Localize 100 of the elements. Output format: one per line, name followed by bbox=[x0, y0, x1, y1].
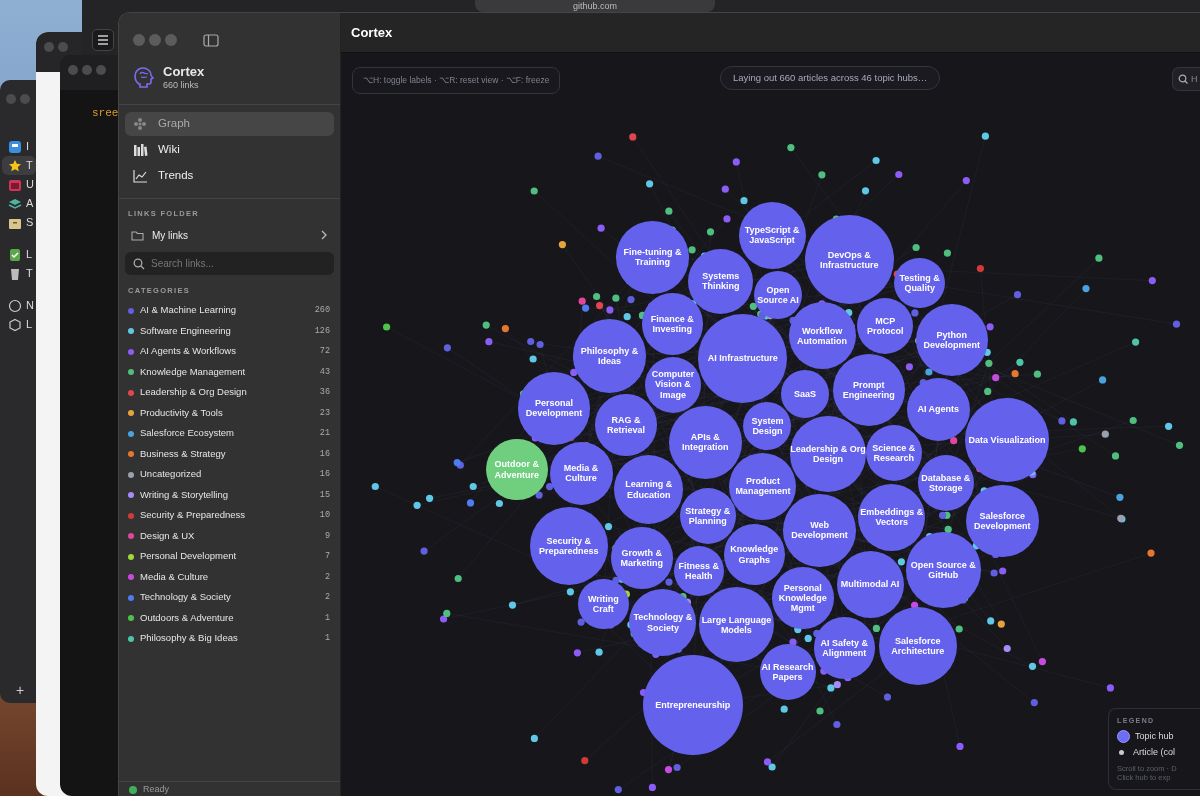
topic-hub[interactable]: Embeddings & Vectors bbox=[858, 483, 926, 551]
sidebar-toggle-icon[interactable] bbox=[203, 33, 219, 47]
topic-hub[interactable]: Writing Craft bbox=[578, 578, 629, 630]
category-count: 15 bbox=[319, 488, 330, 502]
article-swatch bbox=[1119, 750, 1124, 756]
topic-hub[interactable]: Testing & Quality bbox=[894, 257, 945, 309]
topic-hub[interactable]: Leadership & Org Design bbox=[790, 416, 866, 492]
topic-hub[interactable]: AI Infrastructure bbox=[698, 313, 788, 403]
topic-hub[interactable]: Philosophy & Ideas bbox=[572, 319, 647, 393]
hub-swatch bbox=[1117, 729, 1130, 743]
calendar-icon bbox=[8, 177, 22, 192]
topic-hub[interactable]: System Design bbox=[743, 402, 792, 451]
category-count: 10 bbox=[319, 509, 330, 522]
topic-hub[interactable]: Science & Research bbox=[865, 424, 922, 481]
sidebar-item[interactable]: U bbox=[0, 175, 34, 194]
circle-icon bbox=[8, 298, 22, 313]
topic-hub[interactable]: DevOps & Infrastructure bbox=[804, 215, 894, 305]
sidebar-item[interactable]: T bbox=[0, 264, 34, 283]
category-count: 126 bbox=[314, 324, 330, 338]
category-count: 1 bbox=[324, 632, 330, 645]
topic-hub[interactable]: Web Development bbox=[783, 494, 856, 567]
window-controls[interactable] bbox=[68, 65, 106, 75]
topic-hub[interactable]: Personal Knowledge Mgmt bbox=[772, 567, 834, 629]
category-count: 260 bbox=[314, 304, 330, 317]
folder-item[interactable]: My links bbox=[119, 224, 340, 247]
menu-button[interactable] bbox=[92, 29, 114, 51]
category-name: Outdoors & Adventure bbox=[140, 610, 234, 625]
topic-hub[interactable]: Personal Development bbox=[517, 372, 591, 445]
graph-search-field[interactable]: H bbox=[1172, 67, 1200, 91]
chevron-right-icon bbox=[320, 230, 328, 241]
category-count: 9 bbox=[324, 529, 330, 543]
shortcut-hint: ⌥H: toggle labels · ⌥R: reset view · ⌥F: freeze bbox=[352, 67, 561, 94]
terminal-text: sree bbox=[92, 106, 119, 121]
topic-hub[interactable]: Multimodal AI bbox=[836, 551, 904, 618]
address-bar[interactable]: github.com bbox=[475, 0, 715, 12]
topic-hub[interactable]: Fine-tuning & Training bbox=[616, 221, 689, 294]
topic-hub[interactable]: Computer Vision & Image bbox=[644, 356, 701, 413]
search-field[interactable]: Search links... bbox=[125, 252, 334, 276]
sidebar-item[interactable]: I bbox=[0, 137, 34, 156]
topic-hub[interactable]: Python Development bbox=[915, 303, 989, 376]
window-controls[interactable] bbox=[133, 34, 177, 46]
topic-hub[interactable]: AI Agents bbox=[906, 377, 970, 441]
category-name: Uncategorized bbox=[140, 467, 202, 482]
page-title: Cortex bbox=[351, 23, 393, 42]
checklist-icon bbox=[8, 247, 22, 262]
topic-hub[interactable]: Security & Preparedness bbox=[529, 507, 608, 585]
folder-icon bbox=[131, 229, 144, 242]
status-dot bbox=[129, 786, 137, 794]
window-controls[interactable] bbox=[6, 94, 30, 104]
topic-hub[interactable]: AI Safety & Alignment bbox=[813, 617, 876, 679]
topic-hub[interactable]: SaaS bbox=[781, 369, 830, 418]
sidebar-item[interactable]: A bbox=[0, 194, 34, 213]
topic-hub[interactable]: MCP Protocol bbox=[857, 298, 914, 355]
category-name: Salesforce Ecosystem bbox=[140, 426, 234, 441]
topic-hub[interactable]: Entrepreneurship bbox=[642, 655, 743, 755]
topic-hub[interactable]: Media & Culture bbox=[549, 441, 613, 505]
cube-icon bbox=[8, 317, 22, 332]
topic-hub[interactable]: Large Language Models bbox=[698, 586, 775, 663]
topic-hub[interactable]: RAG & Retrieval bbox=[595, 394, 657, 456]
topic-hub[interactable]: Strategy & Planning bbox=[679, 488, 736, 545]
category-name: Media & Culture bbox=[140, 569, 209, 584]
link-count: 660 links bbox=[163, 79, 200, 93]
topic-hub[interactable]: Technology & Society bbox=[629, 589, 697, 656]
sidebar-item[interactable]: S bbox=[0, 213, 34, 232]
category-count: 16 bbox=[319, 447, 330, 461]
sidebar-item[interactable]: L bbox=[0, 315, 34, 334]
category-name: Security & Preparedness bbox=[140, 508, 246, 523]
add-button[interactable]: + bbox=[16, 680, 25, 701]
window-controls[interactable] bbox=[44, 42, 68, 52]
sidebar-item[interactable]: N bbox=[0, 296, 34, 315]
sidebar-item[interactable]: T bbox=[2, 156, 36, 175]
topic-hub[interactable]: Salesforce Development bbox=[966, 484, 1039, 558]
topic-hub[interactable]: Growth & Marketing bbox=[611, 527, 673, 589]
category-name: Writing & Storytelling bbox=[140, 487, 228, 502]
category-name: Knowledge Management bbox=[140, 364, 246, 379]
topic-hub[interactable]: Systems Thinking bbox=[688, 248, 754, 314]
books-icon bbox=[133, 142, 148, 157]
topic-hub[interactable]: TypeScript & JavaScript bbox=[738, 201, 806, 269]
nav-item[interactable]: Graph bbox=[125, 111, 334, 136]
category-name: Leadership & Org Design bbox=[140, 385, 247, 400]
topic-hub[interactable]: Learning & Education bbox=[614, 454, 684, 525]
topic-hub[interactable]: Prompt Engineering bbox=[832, 353, 906, 427]
nav-item[interactable]: Trends bbox=[125, 163, 334, 188]
topic-hub[interactable]: Product Management bbox=[729, 452, 797, 520]
window-icon bbox=[8, 139, 22, 154]
graph-nodes-icon bbox=[133, 116, 148, 131]
topic-hub[interactable]: Open Source & GitHub bbox=[905, 532, 982, 608]
topic-hub[interactable]: Fitness & Health bbox=[673, 545, 724, 597]
category-count: 7 bbox=[324, 550, 330, 563]
topic-hub[interactable]: Workflow Automation bbox=[788, 302, 856, 370]
nav-item[interactable]: Wiki bbox=[125, 137, 334, 162]
category-count: 1 bbox=[324, 611, 330, 625]
topic-hub[interactable]: Salesforce Architecture bbox=[878, 607, 957, 686]
category-count: 43 bbox=[319, 365, 330, 379]
sidebar-item[interactable]: L bbox=[0, 245, 34, 264]
star-icon bbox=[8, 158, 22, 173]
topic-hub[interactable]: Finance & Investing bbox=[641, 293, 703, 355]
topic-hub[interactable]: AI Research Papers bbox=[759, 643, 816, 700]
topic-hub[interactable]: Open Source AI bbox=[754, 271, 802, 320]
topic-hub[interactable]: APIs & Integration bbox=[669, 406, 742, 479]
